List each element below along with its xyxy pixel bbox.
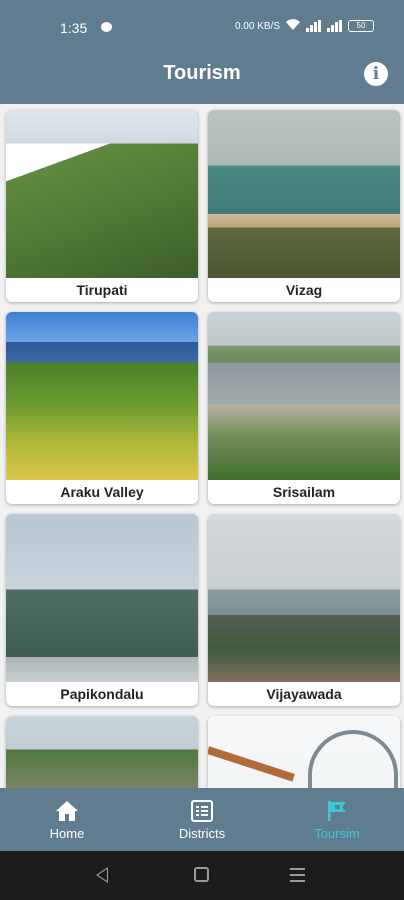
app-screen: 1:35 0.00 KB/S 50 Tourism i Tirupati Viz…: [0, 0, 404, 900]
place-name: Srisailam: [272, 484, 336, 500]
place-name: Papikondalu: [60, 686, 144, 702]
place-image: [208, 110, 400, 278]
nav-home-label: Home: [49, 826, 85, 841]
status-bar: 1:35 0.00 KB/S 50: [0, 0, 404, 50]
place-card-srisailam[interactable]: Srisailam: [208, 312, 400, 504]
place-image: [6, 110, 198, 278]
place-image: [208, 514, 400, 682]
place-name: Araku Valley: [60, 484, 144, 500]
info-icon[interactable]: i: [364, 62, 388, 86]
place-card-7[interactable]: [6, 716, 198, 788]
status-time: 1:35: [60, 20, 88, 36]
nav-districts-label: Districts: [178, 826, 226, 841]
place-name: Tirupati: [76, 282, 128, 298]
place-image: [208, 716, 400, 788]
page-title: Tourism: [163, 62, 241, 84]
place-image: [6, 312, 198, 480]
places-grid: Tirupati Vizag Araku Valley Srisailam Pa…: [0, 104, 404, 788]
nav-districts[interactable]: Districts: [135, 788, 269, 851]
chat-notification-icon: [101, 22, 112, 32]
signal-icon-2: [327, 20, 342, 32]
list-icon: [190, 800, 214, 822]
system-navigation-bar: [0, 851, 404, 900]
bridge-beam: [208, 746, 295, 782]
place-card-vizag[interactable]: Vizag: [208, 110, 400, 302]
status-indicators: 0.00 KB/S 50: [235, 17, 374, 35]
flag-icon: [325, 800, 349, 822]
bridge-arch: [308, 730, 398, 788]
recents-icon[interactable]: [290, 868, 305, 886]
home-icon: [55, 800, 79, 822]
place-card-vijayawada[interactable]: Vijayawada: [208, 514, 400, 706]
app-bar: Tourism i: [0, 50, 404, 104]
place-card-8[interactable]: [208, 716, 400, 788]
place-card-araku-valley[interactable]: Araku Valley: [6, 312, 198, 504]
place-image: [6, 716, 198, 788]
nav-home[interactable]: Home: [0, 788, 134, 851]
place-card-tirupati[interactable]: Tirupati: [6, 110, 198, 302]
place-card-papikondalu[interactable]: Papikondalu: [6, 514, 198, 706]
signal-icon: [306, 20, 321, 32]
place-name: Vijayawada: [266, 686, 342, 702]
battery-icon: 50: [348, 20, 374, 32]
back-icon[interactable]: [96, 867, 108, 883]
wifi-icon: [286, 18, 300, 34]
home-square-icon[interactable]: [194, 867, 209, 882]
nav-tourism-label: Toursim: [314, 826, 360, 841]
place-name: Vizag: [285, 282, 323, 298]
place-image: [208, 312, 400, 480]
network-speed: 0.00 KB/S: [234, 20, 280, 32]
place-image: [6, 514, 198, 682]
bottom-navigation: Home Districts Toursim: [0, 788, 404, 851]
nav-tourism[interactable]: Toursim: [270, 788, 404, 851]
